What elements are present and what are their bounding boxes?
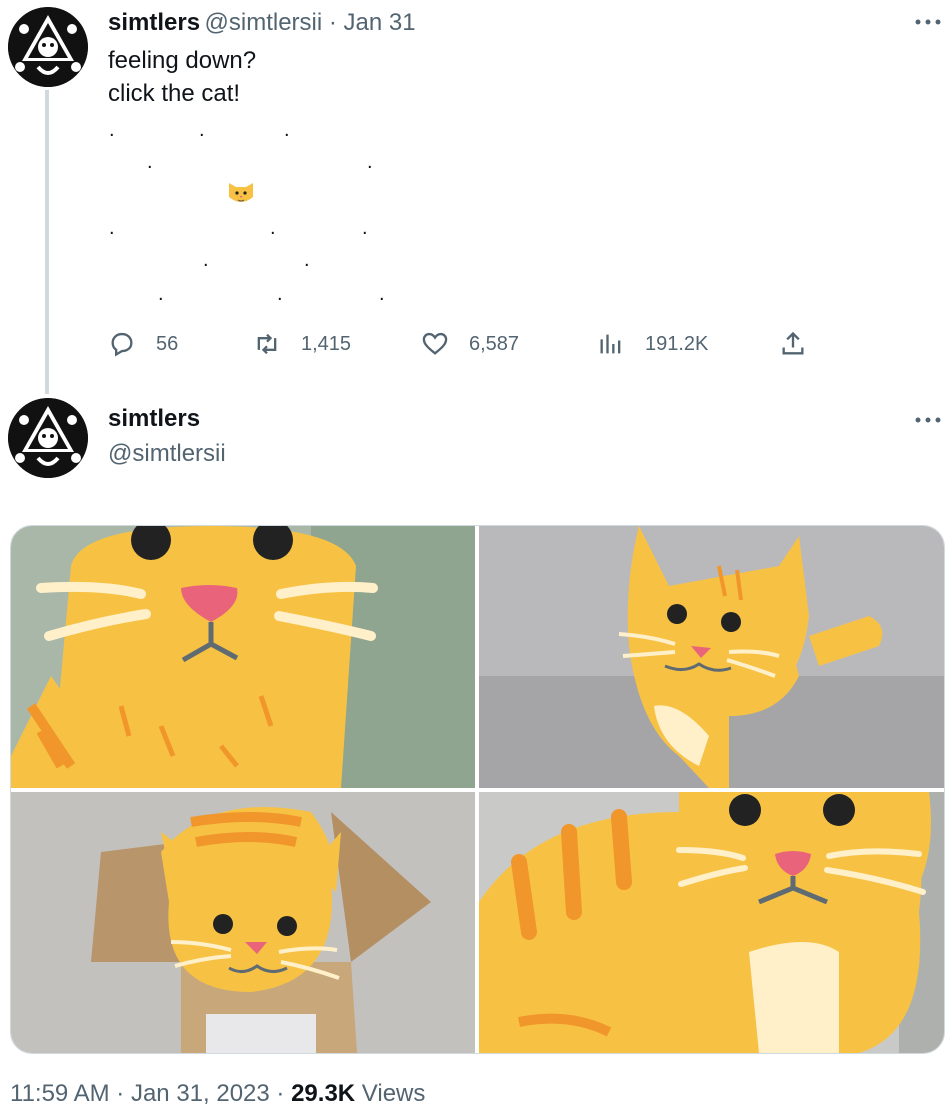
retweet-button[interactable]: 1,415 [253,330,351,358]
share-icon [782,331,804,355]
views-total: 29.3K [291,1080,356,1107]
views-icon [600,334,621,354]
avatar[interactable] [8,398,88,478]
dot: . [304,249,310,271]
retweet-count: 1,415 [301,332,352,355]
cat-face-icon [229,183,253,202]
cat-photo-image [479,526,944,788]
dot: . [109,119,115,141]
media-grid [10,525,945,1054]
reply-button[interactable]: 56 [108,330,178,358]
reply-icon [111,332,133,357]
dot: . [362,217,368,239]
photo-4[interactable] [479,792,944,1053]
dot: . [199,119,205,141]
cat-emoji[interactable] [226,177,256,212]
heart-icon [422,332,448,355]
dot: . [284,119,290,141]
avatar-logo-icon [8,7,88,87]
tweet-line: feeling down? [108,47,257,74]
views-button[interactable]: 191.2K [597,330,708,358]
photo-3[interactable] [11,792,475,1053]
avatar-logo-icon [8,398,88,478]
cat-photo-image [11,792,475,1053]
more-button[interactable] [914,8,942,41]
user-handle[interactable]: @simtlersii [205,9,323,36]
separator: · [269,1080,292,1107]
retweet-icon [257,333,277,355]
dot: . [203,249,209,271]
tweet-full-date[interactable]: Jan 31, 2023 [131,1080,270,1107]
separator: · [322,9,344,36]
user-handle[interactable]: @simtlersii [108,440,226,468]
views-count: 191.2K [645,332,709,355]
dot: . [379,283,385,305]
photo-2[interactable] [479,526,944,788]
display-name[interactable]: simtlers [108,9,200,36]
cat-photo-image [11,526,475,788]
tweet-meta: 11:59 AM · Jan 31, 2023 · 29.3K Views [10,1080,425,1108]
tweet-line: click the cat! [108,80,241,107]
thread-line [45,90,49,394]
display-name[interactable]: simtlers [108,405,200,433]
dot: . [158,283,164,305]
tweet-header: simtlers @simtlersii · Jan 31 [108,9,416,37]
dot: . [367,151,373,173]
tweet-time[interactable]: 11:59 AM [10,1080,110,1107]
photo-1[interactable] [11,526,475,788]
like-button[interactable]: 6,587 [421,330,519,358]
more-icon [915,19,941,25]
dot: . [147,151,153,173]
separator: · [109,1080,131,1107]
views-label: Views [355,1080,426,1107]
dot: . [270,217,276,239]
share-button[interactable] [779,330,827,358]
tweet-text: feeling down? click the cat! [108,44,256,110]
reply-count: 56 [156,332,179,355]
like-count: 6,587 [469,332,520,355]
avatar[interactable] [8,7,88,87]
dot: . [109,217,115,239]
cat-photo-image [479,792,944,1053]
tweet-date[interactable]: Jan 31 [344,9,416,36]
more-icon [915,417,941,423]
more-button[interactable] [914,406,942,439]
dot: . [277,283,283,305]
